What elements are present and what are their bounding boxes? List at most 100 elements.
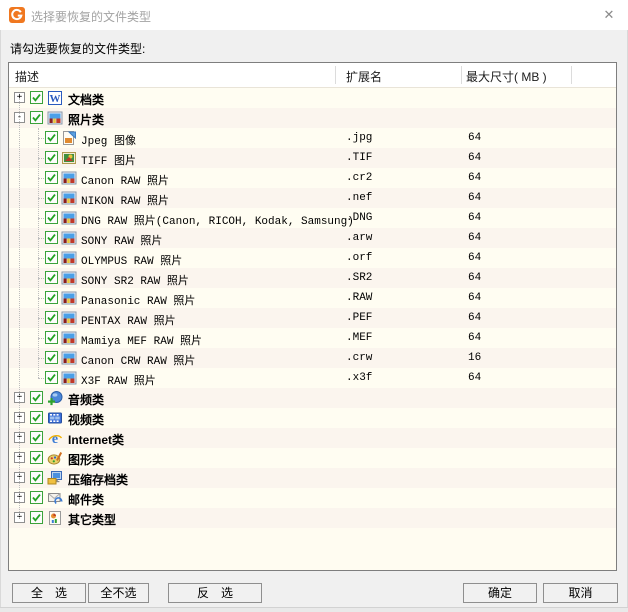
- category-label[interactable]: 照片类: [68, 111, 104, 128]
- checkbox-checked[interactable]: [30, 511, 43, 524]
- checkbox-checked[interactable]: [45, 371, 58, 384]
- checkbox-checked[interactable]: [45, 191, 58, 204]
- checkbox-checked[interactable]: [45, 251, 58, 264]
- max-size-value: 64: [468, 132, 481, 144]
- file-type-label[interactable]: Panasonic RAW 照片: [81, 292, 195, 308]
- checkbox-checked[interactable]: [30, 91, 43, 104]
- raw-icon: [61, 210, 77, 226]
- category-row[interactable]: +视频类: [9, 408, 616, 428]
- category-label[interactable]: 音频类: [68, 391, 104, 408]
- file-type-row[interactable]: PENTAX RAW 照片 .PEF 64: [9, 308, 616, 328]
- checkbox-checked[interactable]: [45, 351, 58, 364]
- file-type-label[interactable]: DNG RAW 照片(Canon, RICOH, Kodak, Samsung): [81, 212, 354, 228]
- checkbox-checked[interactable]: [45, 271, 58, 284]
- checkbox-checked[interactable]: [45, 131, 58, 144]
- tree-root-line: [19, 98, 20, 518]
- max-size-value: 16: [468, 352, 481, 364]
- extension-value: .TIF: [346, 152, 372, 164]
- archive-icon: [47, 470, 63, 486]
- file-type-label[interactable]: Jpeg 图像: [81, 132, 136, 148]
- file-type-row[interactable]: Canon RAW 照片.cr264: [9, 168, 616, 188]
- close-icon[interactable]: ✕: [598, 4, 620, 26]
- select-none-button[interactable]: 全不选: [88, 583, 149, 603]
- max-size-value: 64: [468, 332, 481, 344]
- select-all-button[interactable]: 全 选: [12, 583, 86, 603]
- file-type-label[interactable]: Canon CRW RAW 照片: [81, 352, 195, 368]
- checkbox-checked[interactable]: [30, 391, 43, 404]
- file-type-label[interactable]: PENTAX RAW 照片: [81, 312, 176, 328]
- category-row[interactable]: +邮件类: [9, 488, 616, 508]
- file-type-label[interactable]: SONY SR2 RAW 照片: [81, 272, 189, 288]
- checkbox-checked[interactable]: [45, 231, 58, 244]
- file-type-label[interactable]: X3F RAW 照片: [81, 372, 156, 388]
- max-size-value: 64: [468, 312, 481, 324]
- checkbox-checked[interactable]: [45, 171, 58, 184]
- checkbox-checked[interactable]: [30, 451, 43, 464]
- max-size-value: 64: [468, 172, 481, 184]
- file-type-row[interactable]: Jpeg 图像.jpg64: [9, 128, 616, 148]
- max-size-value: 64: [468, 232, 481, 244]
- max-size-value: 64: [468, 252, 481, 264]
- raw-icon: [61, 230, 77, 246]
- checkbox-checked[interactable]: [30, 111, 43, 124]
- cancel-button[interactable]: 取消: [543, 583, 618, 603]
- category-row[interactable]: +其它类型: [9, 508, 616, 528]
- file-type-row[interactable]: DNG RAW 照片(Canon, RICOH, Kodak, Samsung)…: [9, 208, 616, 228]
- file-type-label[interactable]: SONY RAW 照片: [81, 232, 162, 248]
- category-label[interactable]: 图形类: [68, 451, 104, 468]
- checkbox-checked[interactable]: [45, 151, 58, 164]
- column-header-maxsize[interactable]: 最大尺寸( MB ): [466, 68, 547, 85]
- file-type-row[interactable]: OLYMPUS RAW 照片.orf64: [9, 248, 616, 268]
- category-row[interactable]: +图形类: [9, 448, 616, 468]
- app-logo-icon: [9, 7, 25, 23]
- category-label[interactable]: 视频类: [68, 411, 104, 428]
- checkbox-checked[interactable]: [45, 211, 58, 224]
- category-row[interactable]: +W文档类: [9, 88, 616, 108]
- file-type-label[interactable]: OLYMPUS RAW 照片: [81, 252, 182, 268]
- extension-value: .PEF: [346, 312, 372, 324]
- checkbox-checked[interactable]: [45, 311, 58, 324]
- column-header-description[interactable]: 描述: [15, 68, 39, 85]
- tree-guide-line: [38, 128, 39, 378]
- category-row[interactable]: +eInternet类: [9, 428, 616, 448]
- photo-icon: [47, 110, 63, 126]
- file-type-row[interactable]: SONY SR2 RAW 照片.SR264: [9, 268, 616, 288]
- file-type-label[interactable]: Mamiya MEF RAW 照片: [81, 332, 202, 348]
- checkbox-checked[interactable]: [30, 411, 43, 424]
- category-label[interactable]: 邮件类: [68, 491, 104, 508]
- checkbox-checked[interactable]: [45, 331, 58, 344]
- category-row[interactable]: -照片类: [9, 108, 616, 128]
- column-header-extension[interactable]: 扩展名: [346, 68, 382, 85]
- category-label[interactable]: Internet类: [68, 431, 124, 448]
- category-row[interactable]: +压缩存档类: [9, 468, 616, 488]
- category-label[interactable]: 文档类: [68, 91, 104, 108]
- file-type-row[interactable]: Canon CRW RAW 照片.crw16: [9, 348, 616, 368]
- category-label[interactable]: 压缩存档类: [68, 471, 128, 488]
- checkbox-checked[interactable]: [45, 291, 58, 304]
- column-divider: [461, 66, 462, 84]
- raw-icon: [61, 310, 77, 326]
- checkbox-checked[interactable]: [30, 471, 43, 484]
- category-row[interactable]: +音频类: [9, 388, 616, 408]
- file-type-label[interactable]: TIFF 图片: [81, 152, 136, 168]
- file-type-row[interactable]: TIFF 图片.TIF64: [9, 148, 616, 168]
- window-titlebar: 选择要恢复的文件类型 ✕: [0, 0, 628, 30]
- file-type-row[interactable]: NIKON RAW 照片.nef64: [9, 188, 616, 208]
- invert-selection-button[interactable]: 反 选: [168, 583, 262, 603]
- file-type-row[interactable]: SONY RAW 照片 .arw 64: [9, 228, 616, 248]
- ok-button[interactable]: 确定: [463, 583, 537, 603]
- extension-value: .DNG: [346, 212, 372, 224]
- window-bottom-edge: [0, 607, 628, 612]
- extension-value: .arw: [346, 232, 372, 244]
- file-type-row[interactable]: Mamiya MEF RAW 照片.MEF64: [9, 328, 616, 348]
- file-type-row[interactable]: Panasonic RAW 照片.RAW64: [9, 288, 616, 308]
- checkbox-checked[interactable]: [30, 431, 43, 444]
- jpeg-icon: [61, 130, 77, 146]
- file-type-row[interactable]: X3F RAW 照片.x3f64: [9, 368, 616, 388]
- checkbox-checked[interactable]: [30, 491, 43, 504]
- file-type-label[interactable]: Canon RAW 照片: [81, 172, 169, 188]
- file-type-label[interactable]: NIKON RAW 照片: [81, 192, 169, 208]
- video-icon: [47, 410, 63, 426]
- prompt-label: 请勾选要恢复的文件类型:: [10, 40, 145, 57]
- category-label[interactable]: 其它类型: [68, 511, 116, 528]
